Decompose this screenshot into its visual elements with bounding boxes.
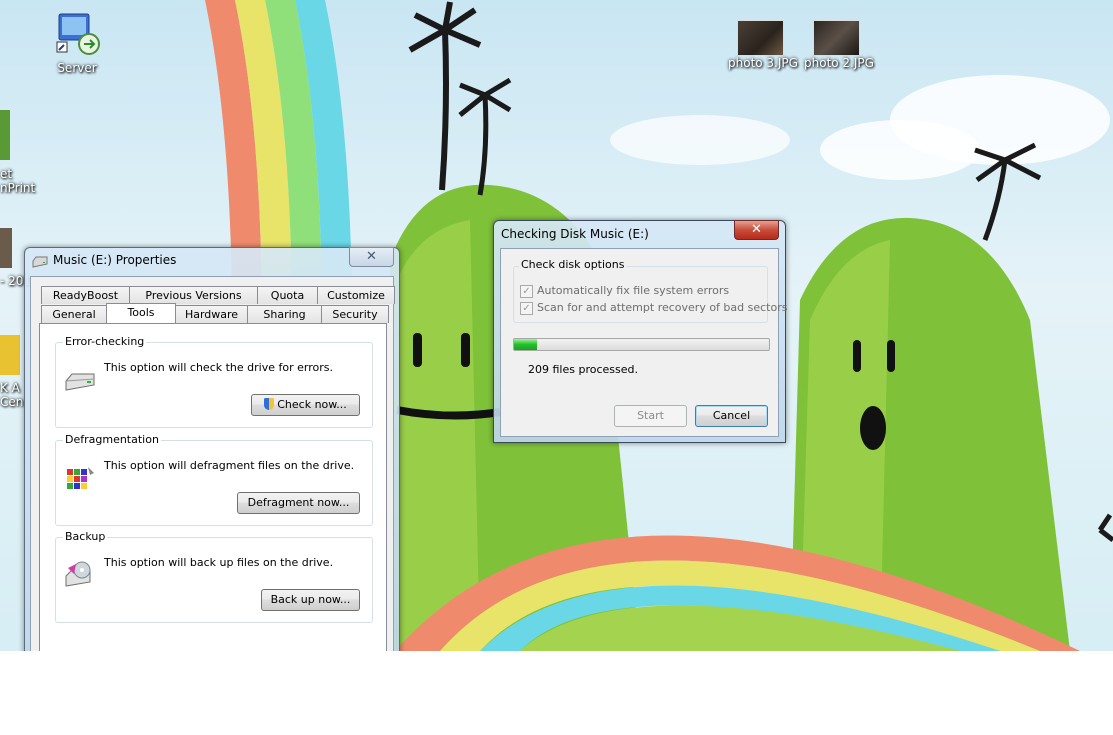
back-up-now-button[interactable]: Back up now... [261, 589, 360, 611]
hard-drive-icon [65, 373, 95, 391]
tab-security[interactable]: Security [321, 305, 389, 323]
desktop-icon-partial-2[interactable]: - 201 [0, 274, 32, 288]
backup-icon [65, 561, 91, 587]
backup-description: This option will back up files on the dr… [104, 556, 334, 569]
desktop-icon-server[interactable]: Server [50, 10, 104, 75]
auto-fix-option[interactable]: ✓ Automatically fix file system errors [520, 284, 729, 298]
defragment-now-button[interactable]: Defragment now... [237, 492, 360, 514]
tab-previous-versions[interactable]: Previous Versions [129, 286, 258, 304]
remote-desktop-icon [56, 13, 100, 55]
close-icon: ✕ [751, 222, 762, 237]
tab-hardware[interactable]: Hardware [175, 305, 248, 323]
check-disk-options-group: Check disk options ✓ Automatically fix fi… [513, 258, 787, 323]
properties-body: ReadyBoost Previous Versions Quota Custo… [30, 276, 395, 651]
drive-icon [32, 256, 48, 268]
error-checking-title: Error-checking [63, 335, 147, 348]
scan-sectors-checkbox[interactable]: ✓ [520, 301, 533, 315]
error-checking-description: This option will check the drive for err… [104, 361, 333, 374]
files-processed-status: 209 files processed. [528, 363, 638, 376]
error-checking-group: Error-checking This option will check th… [55, 335, 373, 428]
start-button[interactable]: Start [614, 405, 687, 427]
check-now-label: Check now... [277, 398, 347, 411]
defragmentation-description: This option will defragment files on the… [104, 459, 355, 472]
partial-label: - 201 [0, 274, 32, 288]
check-disk-body: Check disk options ✓ Automatically fix fi… [500, 248, 787, 437]
uac-shield-icon [264, 398, 275, 410]
partial-label: K A [0, 381, 20, 395]
desktop-icon-partial-1[interactable]: et nPrint [0, 167, 36, 195]
backup-group: Backup This option will back up files on… [55, 530, 373, 623]
scan-sectors-label: Scan for and attempt recovery of bad sec… [537, 301, 788, 314]
desktop-icon-photo-3[interactable]: photo 3.JPG [728, 20, 798, 70]
properties-close-button[interactable]: ✕ [349, 247, 394, 267]
backup-title: Backup [63, 530, 108, 543]
desktop-icon-partial-3[interactable]: K A Cen [0, 381, 26, 409]
cancel-label: Cancel [712, 409, 751, 422]
defragmentation-group: Defragmentation This option will defragm… [55, 433, 373, 526]
tools-tab-page: Error-checking This option will check th… [39, 323, 387, 651]
auto-fix-label: Automatically fix file system errors [537, 284, 730, 297]
photo-thumbnail-icon [812, 20, 860, 56]
properties-window-title: Music (E:) Properties [53, 253, 177, 267]
tab-tools[interactable]: Tools [106, 303, 176, 323]
check-disk-options-title: Check disk options [519, 258, 627, 271]
photo-2-label: photo 2.JPG [804, 56, 874, 70]
tab-general[interactable]: General [41, 305, 107, 323]
partial-label: Cen [0, 395, 24, 409]
auto-fix-checkbox[interactable]: ✓ [520, 284, 533, 298]
scan-sectors-option[interactable]: ✓ Scan for and attempt recovery of bad se… [520, 301, 787, 315]
desktop-icon-photo-2[interactable]: photo 2.JPG [804, 20, 874, 70]
check-now-button[interactable]: Check now... [251, 394, 360, 416]
partial-label: nPrint [0, 181, 36, 195]
check-disk-dialog: Checking Disk Music (E:) ✕ Check disk op… [493, 220, 787, 443]
check-disk-close-button[interactable]: ✕ [734, 220, 779, 240]
check-disk-progress-bar [513, 338, 770, 351]
defragment-icon [67, 467, 94, 489]
tab-quota[interactable]: Quota [257, 286, 318, 304]
tab-readyboost[interactable]: ReadyBoost [41, 286, 130, 304]
cancel-button[interactable]: Cancel [695, 405, 768, 427]
tab-sharing[interactable]: Sharing [247, 305, 322, 323]
server-label: Server [57, 61, 97, 75]
defragmentation-title: Defragmentation [63, 433, 161, 446]
tab-row-top: ReadyBoost Previous Versions Quota Custo… [41, 286, 395, 304]
tab-row-bottom: General Tools Hardware Sharing Security [41, 303, 389, 323]
close-icon: ✕ [366, 249, 377, 264]
start-label: Start [637, 409, 664, 422]
photo-3-label: photo 3.JPG [728, 56, 798, 70]
check-disk-dialog-title: Checking Disk Music (E:) [501, 227, 649, 241]
desktop: Server photo 3.JPG photo 2.JPG et nPrint… [0, 0, 1113, 651]
back-up-now-label: Back up now... [270, 593, 351, 606]
defragment-now-label: Defragment now... [247, 496, 350, 509]
partial-label: et [0, 167, 13, 181]
progress-fill [514, 339, 537, 350]
properties-window: Music (E:) Properties ✕ ReadyBoost Previ… [24, 247, 400, 651]
photo-thumbnail-icon [736, 20, 784, 56]
tab-customize[interactable]: Customize [317, 286, 395, 304]
